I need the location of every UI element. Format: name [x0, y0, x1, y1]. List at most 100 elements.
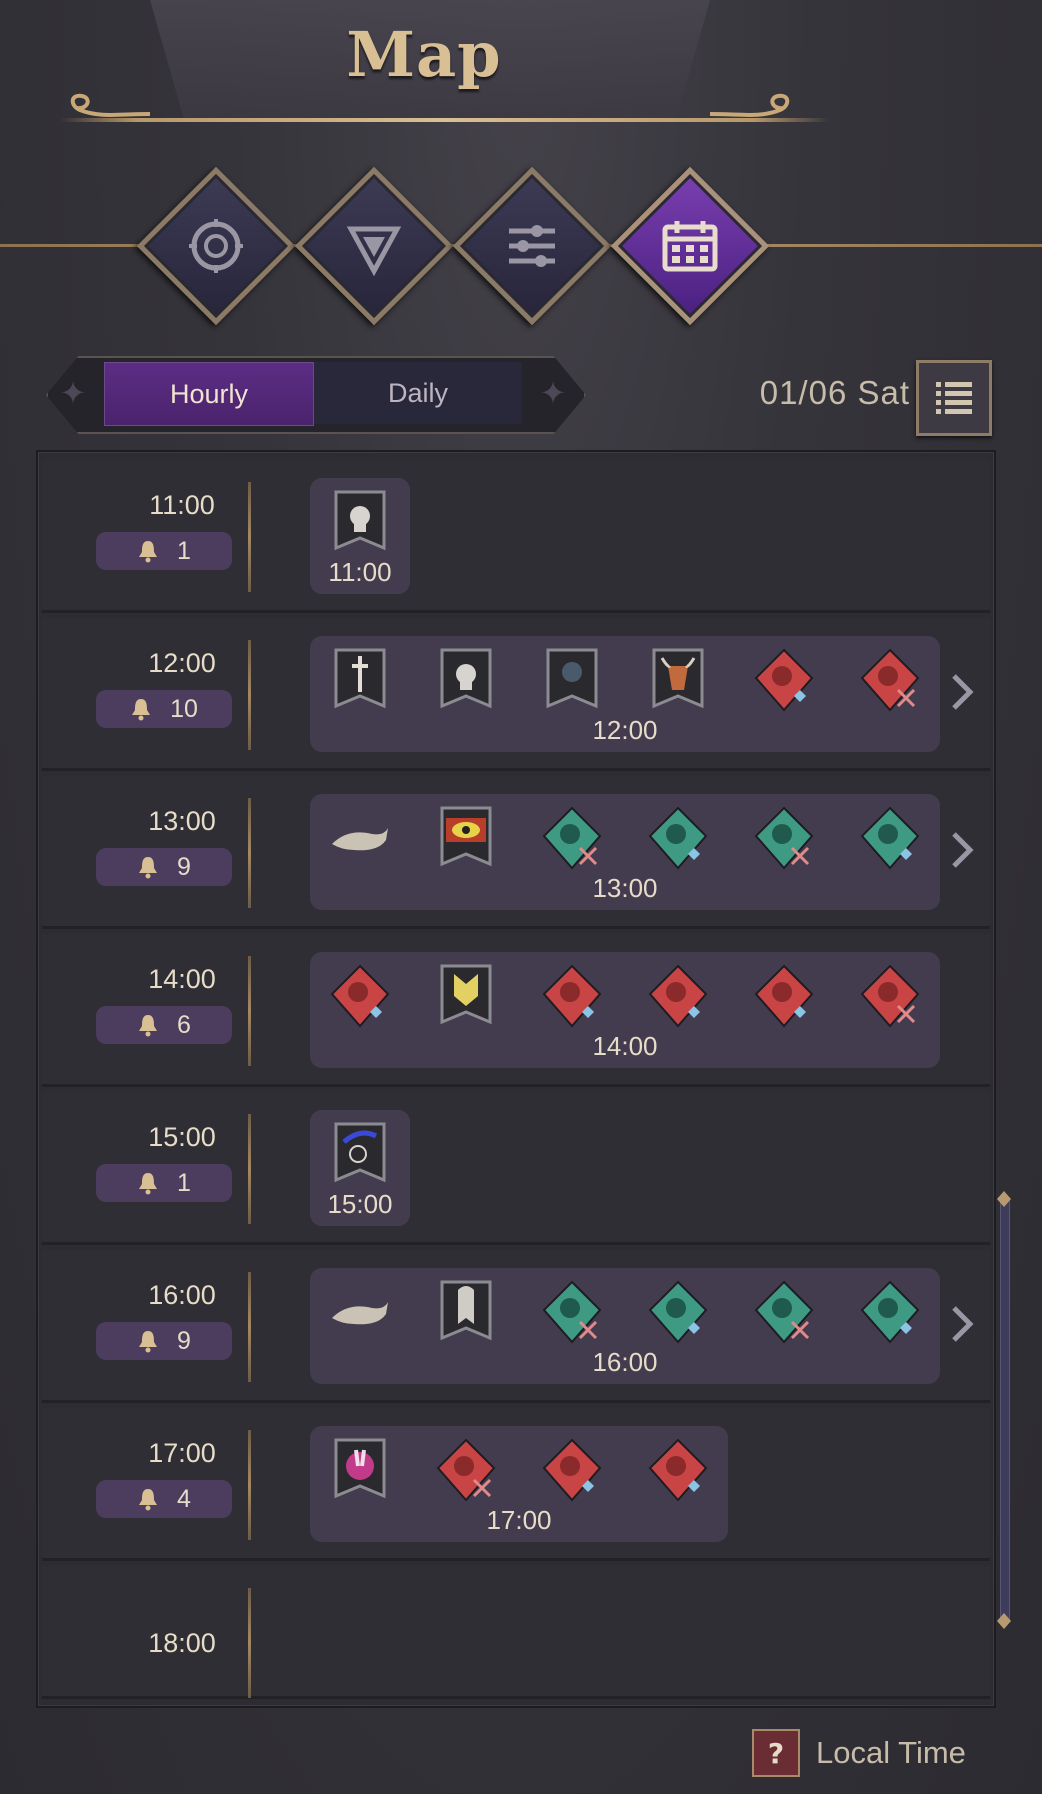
green-skeleton-icon[interactable] [540, 804, 604, 874]
moon-banner-icon[interactable] [328, 1120, 392, 1190]
red-boar-icon[interactable] [752, 646, 816, 716]
bell-icon [139, 857, 158, 879]
event-group-time: 12:00 [592, 715, 658, 745]
row-divider [248, 1588, 251, 1698]
rose-banner-icon[interactable] [540, 646, 604, 716]
row-time-label: 16:00 [148, 1280, 216, 1310]
notification-count-badge[interactable]: 6 [96, 1006, 232, 1044]
event-group[interactable]: 11:00 [310, 478, 410, 594]
reaper-banner-icon[interactable] [328, 488, 392, 558]
green-skeleton-icon[interactable] [540, 1278, 604, 1348]
bell-icon [139, 1173, 158, 1195]
event-group[interactable]: 17:00 [310, 1426, 728, 1542]
tab-daily[interactable]: Daily [314, 362, 522, 424]
calendar-icon [655, 211, 725, 281]
schedule-row: 18:00 [42, 1566, 990, 1699]
event-group[interactable]: 14:00 [310, 952, 940, 1068]
row-time-label: 11:00 [149, 490, 215, 520]
row-divider [248, 1114, 251, 1224]
red-boar-icon[interactable] [752, 962, 816, 1032]
red-boar-icon[interactable] [540, 962, 604, 1032]
notification-count: 10 [170, 694, 198, 723]
sword-banner-icon[interactable] [328, 646, 392, 716]
notification-count-badge[interactable]: 4 [96, 1480, 232, 1518]
green-crystal-icon[interactable] [858, 1278, 922, 1348]
red-beast-icon[interactable] [858, 646, 922, 716]
ornament-right-icon: ✦ [539, 375, 567, 411]
reaper-banner-icon[interactable] [434, 646, 498, 716]
row-divider [248, 798, 251, 908]
row-divider [248, 482, 251, 592]
chevron-right-icon[interactable] [948, 830, 976, 870]
page-title: Map [346, 18, 502, 91]
green-creature-icon[interactable] [752, 804, 816, 874]
row-time-label: 14:00 [148, 964, 216, 994]
compass-icon [181, 211, 251, 281]
notification-count-badge[interactable]: 9 [96, 848, 232, 886]
tab-emblem[interactable] [294, 166, 454, 326]
list-view-button[interactable] [916, 360, 992, 436]
event-group-time: 15:00 [327, 1189, 393, 1219]
green-crystal-icon[interactable] [858, 804, 922, 874]
footer: ? Local Time [752, 1726, 1012, 1780]
event-group-time: 16:00 [592, 1347, 658, 1377]
notification-count-badge[interactable]: 9 [96, 1322, 232, 1360]
green-creature-icon[interactable] [752, 1278, 816, 1348]
whale-icon[interactable] [328, 804, 392, 874]
row-divider [248, 1272, 251, 1382]
event-group[interactable]: 13:00 [310, 794, 940, 910]
ghost-banner-icon[interactable] [434, 1278, 498, 1348]
schedule-row: 14:00 6 14:00 [42, 934, 990, 1087]
bell-icon [139, 1331, 158, 1353]
event-group[interactable]: 16:00 [310, 1268, 940, 1384]
whale-icon[interactable] [328, 1278, 392, 1348]
row-time-label: 15:00 [148, 1122, 216, 1152]
view-toggle: ✦ ✦ Hourly Daily [46, 356, 586, 434]
bell-icon [139, 541, 158, 563]
flourish-right-icon [700, 88, 820, 128]
event-group[interactable]: 12:00 [310, 636, 940, 752]
row-divider [248, 640, 251, 750]
schedule-row: 15:00 1 15:00 [42, 1092, 990, 1245]
event-group[interactable]: 15:00 [310, 1110, 410, 1226]
notification-count-badge[interactable]: 1 [96, 1164, 232, 1202]
rabbit-banner-icon[interactable] [328, 1436, 392, 1506]
scroll-cap-bottom-icon [997, 1613, 1011, 1629]
bell-icon [139, 1489, 158, 1511]
eye-banner-icon[interactable] [434, 804, 498, 874]
notification-count: 1 [177, 1168, 191, 1197]
event-group-time: 17:00 [486, 1505, 552, 1535]
scrollbar[interactable] [1000, 1200, 1010, 1622]
chevron-right-icon[interactable] [948, 672, 976, 712]
notification-count-badge[interactable]: 1 [96, 532, 232, 570]
flourish-left-icon [40, 88, 160, 128]
bull-banner-icon[interactable] [646, 646, 710, 716]
tab-calendar[interactable] [610, 166, 770, 326]
red-knight-icon[interactable] [434, 1436, 498, 1506]
help-button[interactable]: ? [752, 1729, 800, 1777]
tab-hourly[interactable]: Hourly [104, 362, 314, 426]
red-hood-icon[interactable] [328, 962, 392, 1032]
red-beast-icon[interactable] [858, 962, 922, 1032]
schedule-row: 17:00 4 17:00 [42, 1408, 990, 1561]
tab-compass[interactable] [136, 166, 296, 326]
notification-count: 4 [177, 1484, 191, 1513]
notification-count: 9 [177, 1326, 191, 1355]
green-eye-icon[interactable] [646, 804, 710, 874]
red-elephant-icon[interactable] [646, 1436, 710, 1506]
red-elephant-icon[interactable] [646, 962, 710, 1032]
sliders-icon [497, 211, 567, 281]
tab-filters[interactable] [452, 166, 612, 326]
row-time-label: 13:00 [148, 806, 216, 836]
notification-count-badge[interactable]: 10 [96, 690, 232, 728]
fox-mask-banner-icon[interactable] [434, 962, 498, 1032]
green-eye-icon[interactable] [646, 1278, 710, 1348]
bell-icon [132, 699, 151, 721]
event-group-time: 13:00 [592, 873, 658, 903]
ornament-left-icon: ✦ [59, 375, 87, 411]
row-divider [248, 956, 251, 1066]
scroll-cap-top-icon [997, 1191, 1011, 1207]
chevron-right-icon[interactable] [948, 1304, 976, 1344]
schedule-row: 16:00 9 16:00 [42, 1250, 990, 1403]
red-tower-icon[interactable] [540, 1436, 604, 1506]
